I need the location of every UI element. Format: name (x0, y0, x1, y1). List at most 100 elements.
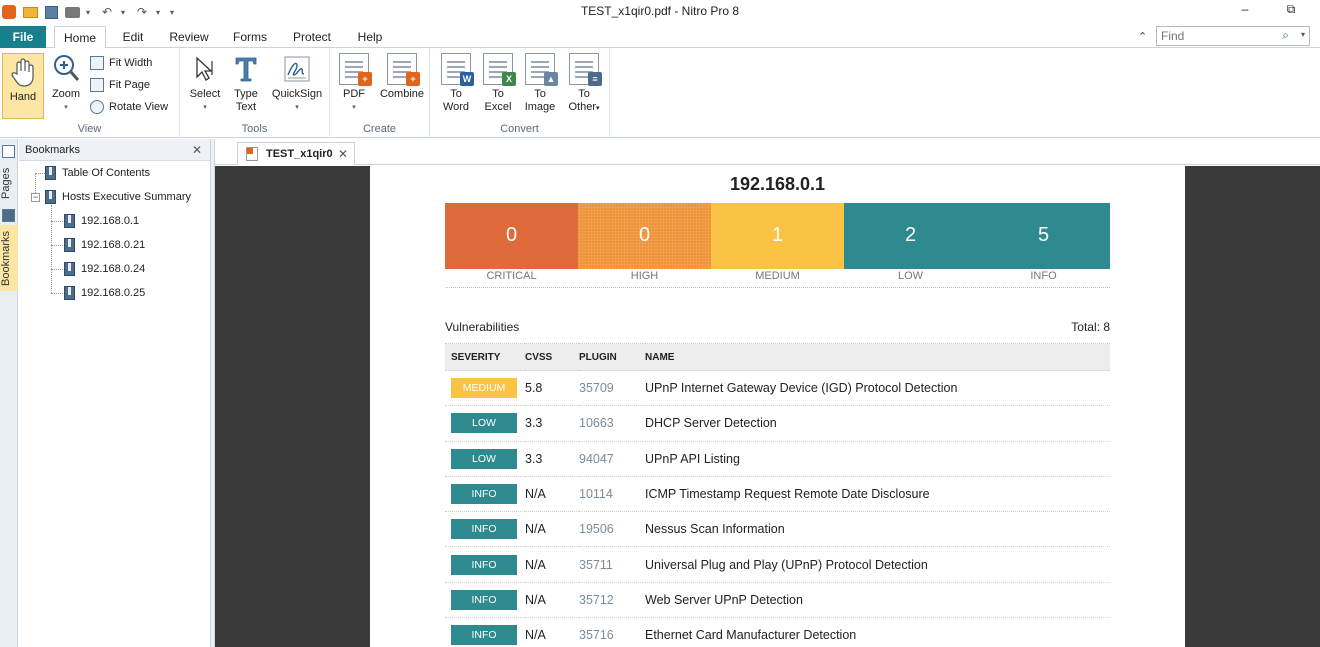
hand-label: Hand (9, 91, 37, 103)
severity-cell: INFO (445, 511, 525, 548)
close-document-icon[interactable]: ✕ (338, 143, 348, 165)
type-text-button[interactable]: Type Text (228, 53, 264, 114)
pdf-button[interactable]: + PDF ▾ (334, 53, 374, 114)
bookmarks-panel-icon[interactable] (2, 209, 15, 222)
quicksign-dropdown-icon[interactable]: ▾ (268, 101, 326, 114)
zoom-button[interactable]: Zoom ▾ (47, 53, 85, 114)
hand-button[interactable]: Hand (2, 53, 44, 119)
collapse-ribbon-icon[interactable]: ⌃ (1138, 30, 1147, 43)
cvss-cell: 3.3 (525, 405, 579, 442)
to-image-label-1: To (534, 88, 546, 100)
tab-home[interactable]: Home (54, 26, 106, 49)
to-word-label-1: To (450, 88, 462, 100)
severity-cell: INFO (445, 546, 525, 583)
rotate-icon (90, 100, 104, 114)
severity-badge: LOW (451, 413, 517, 434)
document-tab[interactable]: TEST_x1qir0 ✕ (237, 142, 355, 165)
name-cell: Web Server UPnP Detection (645, 582, 1110, 619)
quicksign-icon (282, 53, 312, 85)
document-viewer[interactable]: 192.168.0.1 0 0 1 2 5 CRITICAL HIGH MEDI… (215, 166, 1320, 647)
collapse-toggle-icon[interactable]: − (31, 193, 40, 202)
tree-line (51, 205, 52, 293)
convert-group-label: Convert (500, 123, 539, 135)
tab-help[interactable]: Help (350, 26, 390, 48)
tab-edit[interactable]: Edit (114, 26, 152, 48)
zoom-dropdown-icon[interactable]: ▾ (47, 101, 85, 114)
find-options-dropdown-icon[interactable]: ▾ (1301, 30, 1305, 39)
severity-cell: INFO (445, 476, 525, 513)
find-input[interactable] (1157, 27, 1267, 45)
to-word-button[interactable]: W To Word (436, 53, 476, 114)
to-other-button[interactable]: ≡ To Other▾ (562, 53, 606, 115)
bookmark-icon (64, 286, 75, 300)
window-title: TEST_x1qir0.pdf - Nitro Pro 8 (580, 4, 740, 18)
pages-panel-icon[interactable] (2, 145, 15, 158)
minimize-button[interactable]: – (1230, 2, 1260, 20)
file-tab[interactable]: File (0, 26, 46, 48)
severity-label-info: INFO (1030, 270, 1057, 282)
to-image-button[interactable]: ▲ To Image (520, 53, 560, 114)
column-header-cvss: CVSS (525, 343, 579, 371)
ribbon: Hand Zoom ▾ Fit Width Fit Page Rotate Vi… (0, 48, 1320, 138)
bookmark-host-192-168-0-1[interactable]: 192.168.0.1 (64, 212, 139, 230)
severity-label-low: LOW (897, 270, 924, 282)
pdf-dropdown-icon[interactable]: ▾ (334, 101, 374, 114)
bookmark-hosts-executive-summary[interactable]: Hosts Executive Summary (45, 188, 191, 206)
severity-count-low: 2 (844, 203, 977, 269)
ribbon-tab-row: File Home Edit Review Forms Protect Help… (0, 24, 1320, 49)
restore-button[interactable]: ⧉ (1276, 2, 1306, 20)
name-cell: ICMP Timestamp Request Remote Date Discl… (645, 476, 1110, 513)
rotate-view-button[interactable]: Rotate View (90, 98, 168, 116)
to-excel-button[interactable]: X To Excel (478, 53, 518, 114)
bookmark-label: 192.168.0.24 (81, 263, 146, 275)
sidebar-tab-strip: Pages Bookmarks (0, 139, 18, 647)
select-button[interactable]: Select ▾ (186, 53, 224, 114)
search-icon[interactable]: ⌕ (1282, 28, 1289, 43)
severity-label-critical: CRITICAL (486, 270, 537, 282)
severity-count-medium: 1 (711, 203, 844, 269)
table-header-row: SEVERITY CVSS PLUGIN NAME (445, 343, 1110, 371)
close-panel-icon[interactable]: ✕ (192, 139, 202, 161)
name-cell: UPnP API Listing (645, 441, 1110, 477)
quicksign-button[interactable]: QuickSign ▾ (268, 53, 326, 114)
tab-forms[interactable]: Forms (226, 26, 274, 48)
fit-page-label: Fit Page (109, 79, 150, 91)
combine-button[interactable]: + Combine (376, 53, 428, 101)
severity-label-high: HIGH (630, 270, 659, 282)
cvss-cell: N/A (525, 511, 579, 548)
select-dropdown-icon[interactable]: ▾ (186, 101, 224, 114)
rotate-view-label: Rotate View (109, 101, 169, 113)
image-doc-icon: ▲ (525, 53, 558, 86)
fit-page-button[interactable]: Fit Page (90, 76, 150, 94)
plugin-cell: 19506 (579, 511, 645, 548)
bookmark-label: 192.168.0.21 (81, 239, 146, 251)
bookmarks-panel-title: Bookmarks (25, 144, 81, 156)
type-text-label-1: Type (234, 88, 258, 100)
fit-page-icon (90, 78, 104, 92)
table-row: INFO N/A 35711 Universal Plug and Play (UPn… (445, 546, 1110, 583)
type-text-icon (231, 53, 261, 85)
bookmark-host-192-168-0-21[interactable]: 192.168.0.21 (64, 236, 145, 254)
vulnerabilities-total: Total: 8 (1071, 320, 1110, 334)
combine-label: Combine (379, 88, 425, 100)
bookmark-host-192-168-0-24[interactable]: 192.168.0.24 (64, 260, 145, 278)
other-doc-icon: ≡ (569, 53, 602, 86)
column-header-plugin: PLUGIN (579, 343, 645, 371)
severity-cell: INFO (445, 582, 525, 619)
severity-badge: INFO (451, 625, 517, 646)
find-box: ⌕ ▾ (1156, 26, 1310, 46)
tab-pages[interactable]: Pages (0, 161, 18, 205)
tab-bookmarks[interactable]: Bookmarks (0, 225, 18, 291)
bookmark-host-192-168-0-25[interactable]: 192.168.0.25 (64, 284, 145, 302)
tools-group-label: Tools (241, 123, 268, 135)
tab-review[interactable]: Review (164, 26, 214, 48)
bookmark-icon (64, 214, 75, 228)
name-cell: Universal Plug and Play (UPnP) Protocol … (645, 546, 1110, 583)
tree-line (51, 221, 63, 222)
pdf-page: 192.168.0.1 0 0 1 2 5 CRITICAL HIGH MEDI… (370, 166, 1185, 647)
fit-width-button[interactable]: Fit Width (90, 54, 152, 72)
tab-protect[interactable]: Protect (286, 26, 338, 48)
to-other-dropdown-icon[interactable]: ▾ (596, 105, 600, 112)
bookmark-table-of-contents[interactable]: Table Of Contents (45, 164, 150, 182)
to-word-label-2: Word (442, 101, 470, 113)
